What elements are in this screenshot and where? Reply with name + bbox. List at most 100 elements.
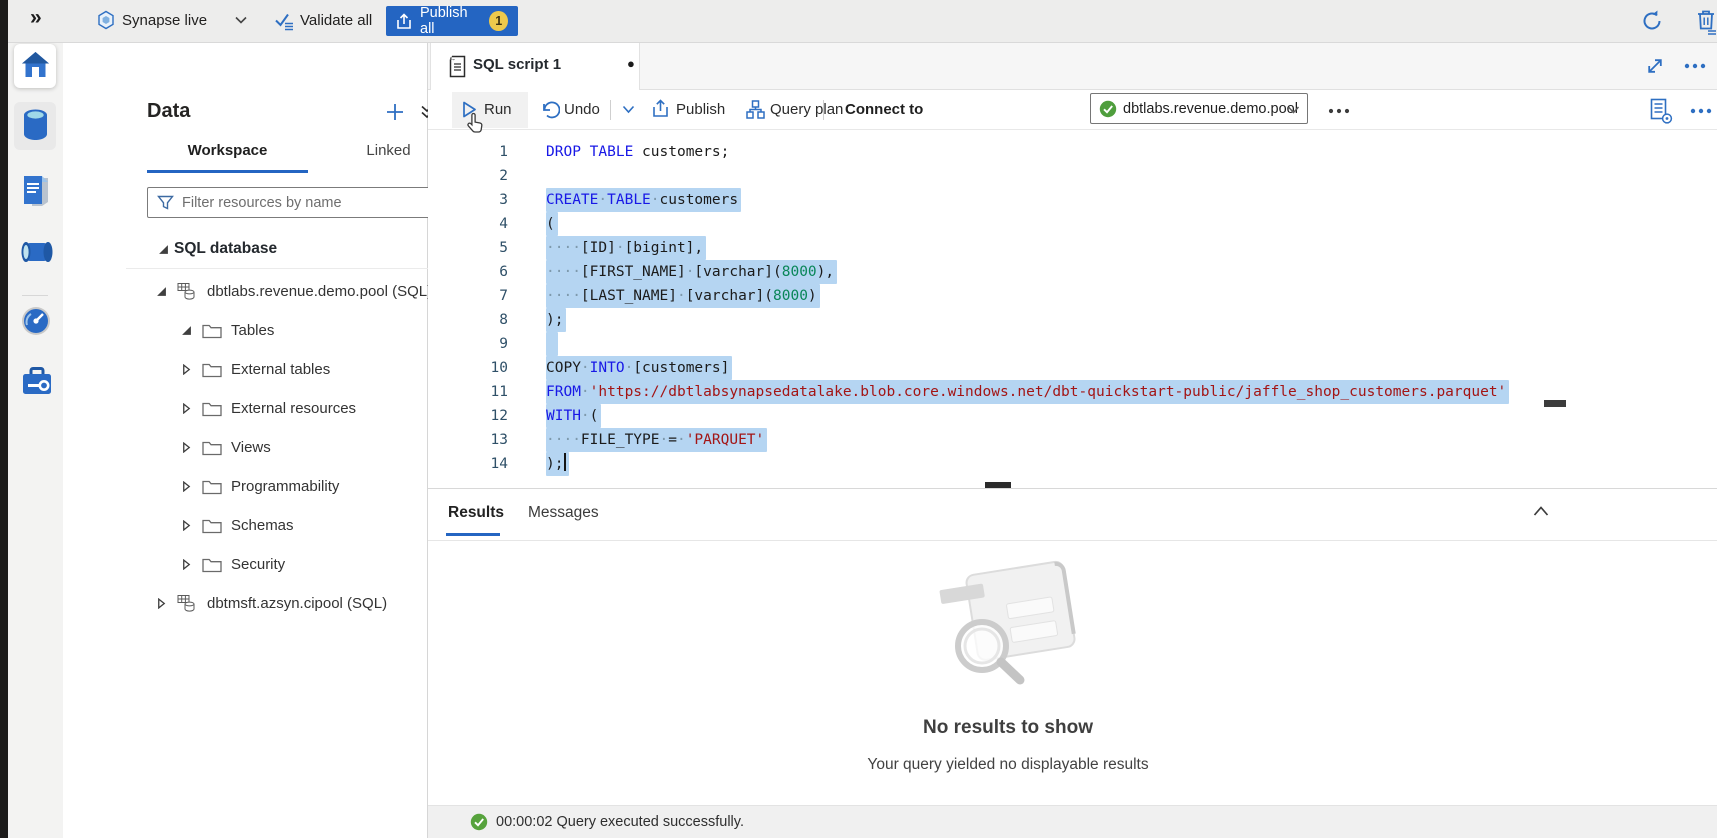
tab-results[interactable]: Results <box>448 504 504 522</box>
code-line[interactable]: ); <box>546 308 566 332</box>
develop-document-icon[interactable] <box>20 174 52 208</box>
top-command-bar: » Synapse live Validate all Publish all … <box>8 0 1717 43</box>
chevrons-right-icon[interactable]: » <box>30 6 40 30</box>
code-line[interactable]: DROP TABLE customers; <box>546 140 729 164</box>
tree-expanded-icon[interactable] <box>154 286 168 297</box>
line-number: 12 <box>428 404 508 428</box>
run-button[interactable]: Run <box>484 101 512 118</box>
folder-icon <box>202 401 222 417</box>
publish-all-button[interactable]: Publish all 1 <box>386 6 518 36</box>
home-icon[interactable] <box>20 50 51 80</box>
tree-collapsed-icon[interactable] <box>179 559 193 570</box>
empty-results-subtitle: Your query yielded no displayable result… <box>428 756 1588 774</box>
code-line[interactable] <box>546 332 558 356</box>
chevron-down-icon[interactable] <box>234 15 248 25</box>
chevron-up-icon[interactable] <box>1532 504 1550 518</box>
tree-item-label: Security <box>231 556 285 573</box>
tree-expanded-icon[interactable] <box>179 325 193 336</box>
tree-collapsed-icon[interactable] <box>179 403 193 414</box>
line-number: 1 <box>428 140 508 164</box>
code-line[interactable]: ····[ID]·[bigint], <box>546 236 706 260</box>
undo-icon <box>540 100 560 119</box>
data-cylinder-icon[interactable] <box>20 108 51 142</box>
tab-title: SQL script 1 <box>473 56 561 73</box>
tree-item-label: External tables <box>231 361 330 378</box>
tree-expanded-icon[interactable] <box>156 244 170 255</box>
code-line[interactable]: ( <box>546 212 558 236</box>
synapse-studio-window: » Synapse live Validate all Publish all … <box>0 0 1717 838</box>
tree-collapsed-icon[interactable] <box>179 364 193 375</box>
data-explorer-panel: Data « Workspace Linked SQL database 2 d… <box>63 42 428 838</box>
code-line[interactable]: ); <box>546 452 569 476</box>
tree-collapsed-icon[interactable] <box>154 598 168 609</box>
active-tab-underline <box>147 170 308 173</box>
filter-input[interactable] <box>180 190 454 216</box>
selection-highlight: ); <box>546 308 566 332</box>
publish-button[interactable]: Publish <box>676 101 725 118</box>
scrollbar-thumb[interactable] <box>1544 400 1566 407</box>
manage-toolbox-icon[interactable] <box>20 364 54 398</box>
tree-collapsed-icon[interactable] <box>179 442 193 453</box>
selection-highlight: FROM·'https://dbtlabsynapsedatalake.blob… <box>546 380 1509 404</box>
selection-highlight: ( <box>546 212 558 236</box>
trash-icon[interactable] <box>1694 8 1717 36</box>
line-number: 4 <box>428 212 508 236</box>
code-editor[interactable]: 1DROP TABLE customers;23CREATE·TABLE·cus… <box>428 130 1717 482</box>
line-number: 9 <box>428 332 508 356</box>
splitter-handle[interactable] <box>985 482 1011 488</box>
results-divider <box>428 540 1717 541</box>
folder-icon <box>202 440 222 456</box>
tab-messages[interactable]: Messages <box>528 504 599 522</box>
ellipsis-icon[interactable] <box>1690 108 1712 114</box>
line-number: 5 <box>428 236 508 260</box>
line-number: 8 <box>428 308 508 332</box>
empty-results-title: No results to show <box>428 717 1588 739</box>
code-line[interactable]: ····[FIRST_NAME]·[varchar](8000), <box>546 260 837 284</box>
sql-pool-icon <box>177 282 198 301</box>
code-line[interactable]: WITH·( <box>546 404 601 428</box>
tree-item-label: External resources <box>231 400 356 417</box>
green-check-icon <box>1099 100 1117 118</box>
publish-upload-icon <box>652 99 669 118</box>
validate-all-button[interactable]: Validate all <box>300 12 372 29</box>
ellipsis-icon[interactable] <box>1684 63 1706 69</box>
editor-toolbar: Run Undo Publish Query plan Connect to <box>428 90 1717 130</box>
code-line[interactable]: FROM·'https://dbtlabsynapsedatalake.blob… <box>546 380 1509 404</box>
folder-icon <box>202 323 222 339</box>
active-tab-underline <box>446 533 500 536</box>
tree-item-label: Views <box>231 439 271 456</box>
tree-root-label: SQL database <box>174 240 277 258</box>
code-line[interactable]: ····FILE_TYPE·=·'PARQUET' <box>546 428 767 452</box>
undo-button[interactable]: Undo <box>564 101 600 118</box>
search-empty-illustration <box>920 554 1090 704</box>
tree-collapsed-icon[interactable] <box>179 520 193 531</box>
monitor-gauge-icon[interactable] <box>20 305 52 337</box>
tab-workspace[interactable]: Workspace <box>147 142 308 172</box>
refresh-icon[interactable] <box>1640 9 1664 33</box>
filter-funnel-icon <box>157 195 174 211</box>
line-number: 2 <box>428 164 508 188</box>
code-line[interactable]: CREATE·TABLE·customers <box>546 188 741 212</box>
tree-item-label: Programmability <box>231 478 339 495</box>
chevron-down-icon[interactable] <box>622 105 635 114</box>
connect-to-label: Connect to <box>845 101 923 118</box>
expand-icon[interactable] <box>1646 57 1664 75</box>
properties-icon[interactable] <box>1650 98 1673 124</box>
synapse-hexagon-icon <box>96 10 116 30</box>
status-bar: 00:00:02 Query executed successfully. <box>428 805 1717 838</box>
ellipsis-icon[interactable] <box>1328 108 1350 114</box>
tab-sql-script-1[interactable]: SQL script 1 ● <box>430 42 640 90</box>
tree-item-label: dbtmsft.azsyn.cipool (SQL) <box>207 595 387 612</box>
selection-highlight: ····[FIRST_NAME]·[varchar](8000), <box>546 260 837 284</box>
selection-highlight: COPY·INTO·[customers] <box>546 356 732 380</box>
mode-selector[interactable]: Synapse live <box>122 12 207 29</box>
filter-input-container <box>147 187 466 218</box>
code-line[interactable]: COPY·INTO·[customers] <box>546 356 732 380</box>
plus-icon[interactable] <box>385 102 405 122</box>
integrate-pipeline-icon[interactable] <box>20 238 54 266</box>
line-number: 13 <box>428 428 508 452</box>
code-line[interactable]: ····[LAST_NAME]·[varchar](8000) <box>546 284 820 308</box>
pool-dropdown[interactable]: dbtlabs.revenue.demo.pool <box>1090 93 1308 124</box>
tree-collapsed-icon[interactable] <box>179 481 193 492</box>
query-plan-button[interactable]: Query plan <box>770 101 843 118</box>
